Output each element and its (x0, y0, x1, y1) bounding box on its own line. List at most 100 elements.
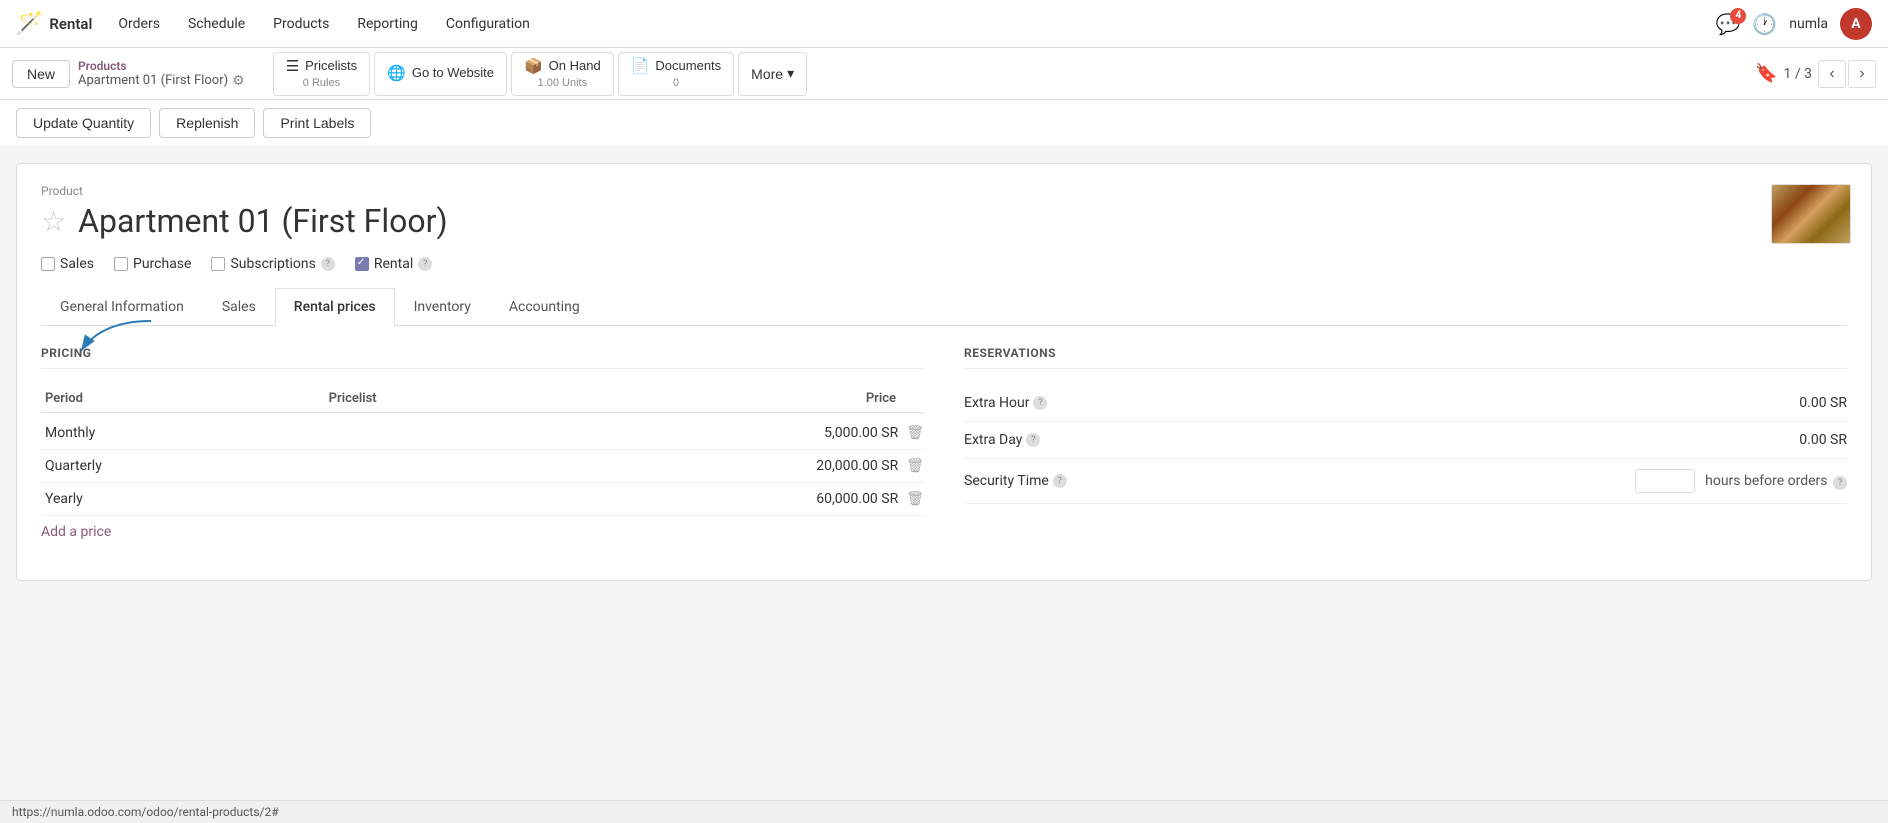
pricing-row-monthly[interactable]: Monthly 5,000.00 SR 🗑 (41, 417, 924, 450)
pagination-text: 1 / 3 (1784, 66, 1812, 82)
nav-right: 💬 4 🕐 numla A (1715, 8, 1872, 40)
update-quantity-button[interactable]: Update Quantity (16, 108, 151, 138)
on-hand-label: On Hand (549, 58, 601, 75)
extra-hour-label: Extra Hour ? (964, 395, 1799, 411)
favorite-star-icon[interactable]: ☆ (41, 205, 66, 238)
extra-hour-help-icon[interactable]: ? (1033, 396, 1047, 410)
sales-cb-icon (41, 257, 55, 271)
product-label: Product (41, 184, 1847, 198)
nav-item-schedule[interactable]: Schedule (174, 0, 259, 48)
security-time-row: Security Time ? 00:00 hours before order… (964, 459, 1847, 504)
breadcrumb: Products Apartment 01 (First Floor) ⚙ (78, 59, 245, 89)
pagination: 🔖 1 / 3 ‹ › (1755, 60, 1876, 88)
extra-hour-value[interactable]: 0.00 SR (1799, 395, 1847, 411)
documents-sub: 0 (673, 76, 679, 90)
pricelists-label: Pricelists (305, 58, 357, 75)
extra-hour-row: Extra Hour ? 0.00 SR (964, 385, 1847, 422)
delete-yearly-icon[interactable]: 🗑 (906, 491, 924, 507)
period-monthly: Monthly (41, 425, 338, 441)
replenish-button[interactable]: Replenish (159, 108, 255, 138)
extra-day-value[interactable]: 0.00 SR (1799, 432, 1847, 448)
tab-accounting[interactable]: Accounting (490, 288, 599, 326)
col-header-price: Price (612, 391, 924, 406)
add-price-link[interactable]: Add a price (41, 524, 111, 540)
tab-sales[interactable]: Sales (203, 288, 275, 326)
period-yearly: Yearly (41, 491, 338, 507)
pricelists-sub: 0 Rules (303, 76, 340, 90)
product-card: Product ☆ Apartment 01 (First Floor) Sal… (16, 163, 1872, 581)
go-to-website-label: Go to Website (412, 65, 494, 82)
notifications-button[interactable]: 💬 4 (1715, 12, 1740, 36)
tabs: General Information Sales Rental prices … (41, 288, 1847, 326)
tab-general-information[interactable]: General Information (41, 288, 203, 326)
pricelists-icon: ☰ (286, 57, 299, 77)
pagination-buttons: ‹ › (1818, 60, 1876, 88)
more-button[interactable]: More ▾ (738, 52, 807, 96)
pricelists-button[interactable]: ☰ Pricelists 0 Rules (273, 52, 370, 96)
hours-before-orders-help-icon[interactable]: ? (1833, 476, 1847, 490)
notification-badge: 4 (1730, 8, 1746, 24)
prev-button[interactable]: ‹ (1818, 60, 1846, 88)
pricing-row-yearly[interactable]: Yearly 60,000.00 SR 🗑 (41, 483, 924, 516)
nav-item-products[interactable]: Products (259, 0, 343, 48)
period-quarterly: Quarterly (41, 458, 338, 474)
pricing-section-title: PRICING (41, 346, 924, 369)
nav-item-reporting[interactable]: Reporting (343, 0, 432, 48)
documents-icon: 📄 (631, 57, 650, 77)
on-hand-icon: 📦 (524, 57, 543, 77)
nav-item-configuration[interactable]: Configuration (432, 0, 544, 48)
print-labels-button[interactable]: Print Labels (263, 108, 371, 138)
settings-gear-icon[interactable]: ⚙ (232, 73, 245, 89)
breadcrumb-parent[interactable]: Products (78, 59, 245, 73)
user-avatar[interactable]: A (1840, 8, 1872, 40)
extra-day-row: Extra Day ? 0.00 SR (964, 422, 1847, 459)
pricing-table-header: Period Pricelist Price (41, 385, 924, 413)
new-button[interactable]: New (12, 60, 70, 88)
subscriptions-help-icon[interactable]: ? (321, 257, 335, 271)
reservations-section: RESERVATIONS Extra Hour ? 0.00 SR Extra … (964, 346, 1847, 540)
price-monthly: 5,000.00 SR 🗑 (631, 425, 924, 441)
purchase-checkbox[interactable]: Purchase (114, 256, 191, 272)
breadcrumb-current: Apartment 01 (First Floor) ⚙ (78, 73, 245, 89)
sub-action-bar: Update Quantity Replenish Print Labels (0, 100, 1888, 147)
security-time-help-icon[interactable]: ? (1053, 474, 1067, 488)
pricing-row-quarterly[interactable]: Quarterly 20,000.00 SR 🗑 (41, 450, 924, 483)
sales-checkbox[interactable]: Sales (41, 256, 94, 272)
col-header-pricelist: Pricelist (329, 391, 613, 406)
go-to-website-button[interactable]: 🌐 Go to Website (374, 52, 507, 96)
tab-content-rental-prices: PRICING Period Pricelist Price Monthly (41, 326, 1847, 560)
two-column-layout: PRICING Period Pricelist Price Monthly (41, 346, 1847, 540)
top-nav: 🪄 Rental Orders Schedule Products Report… (0, 0, 1888, 48)
pricing-table: Period Pricelist Price Monthly 5,000.00 … (41, 385, 924, 516)
status-url: https://numla.odoo.com/odoo/rental-produ… (12, 805, 279, 819)
product-image[interactable] (1771, 184, 1851, 244)
documents-button[interactable]: 📄 Documents 0 (618, 52, 734, 96)
nav-items: Orders Schedule Products Reporting Confi… (104, 0, 543, 48)
app-name: Rental (49, 15, 92, 33)
logo-icon: 🪄 (16, 11, 43, 36)
delete-quarterly-icon[interactable]: 🗑 (906, 458, 924, 474)
action-buttons: ☰ Pricelists 0 Rules 🌐 Go to Website 📦 O… (273, 52, 807, 96)
extra-day-help-icon[interactable]: ? (1026, 433, 1040, 447)
tab-inventory[interactable]: Inventory (395, 288, 490, 326)
bookmark-icon[interactable]: 🔖 (1755, 63, 1777, 84)
security-time-input[interactable]: 00:00 (1635, 469, 1695, 493)
subscriptions-checkbox[interactable]: Subscriptions ? (211, 256, 334, 272)
tab-rental-prices[interactable]: Rental prices (275, 288, 395, 326)
nav-item-orders[interactable]: Orders (104, 0, 174, 48)
next-button[interactable]: › (1848, 60, 1876, 88)
pricing-section: PRICING Period Pricelist Price Monthly (41, 346, 924, 540)
on-hand-sub: 1.00 Units (538, 76, 588, 90)
delete-monthly-icon[interactable]: 🗑 (906, 425, 924, 441)
product-image-placeholder (1772, 185, 1850, 243)
rental-help-icon[interactable]: ? (418, 257, 432, 271)
website-icon: 🌐 (387, 64, 406, 84)
price-quarterly: 20,000.00 SR 🗑 (631, 458, 924, 474)
app-logo[interactable]: 🪄 Rental (16, 11, 92, 36)
security-time-suffix: hours before orders ? (1705, 473, 1847, 490)
price-yearly: 60,000.00 SR 🗑 (631, 491, 924, 507)
clock-button[interactable]: 🕐 (1752, 12, 1777, 36)
on-hand-button[interactable]: 📦 On Hand 1.00 Units (511, 52, 614, 96)
rental-checkbox[interactable]: Rental ? (355, 256, 432, 272)
security-time-label: Security Time ? (964, 473, 1635, 489)
